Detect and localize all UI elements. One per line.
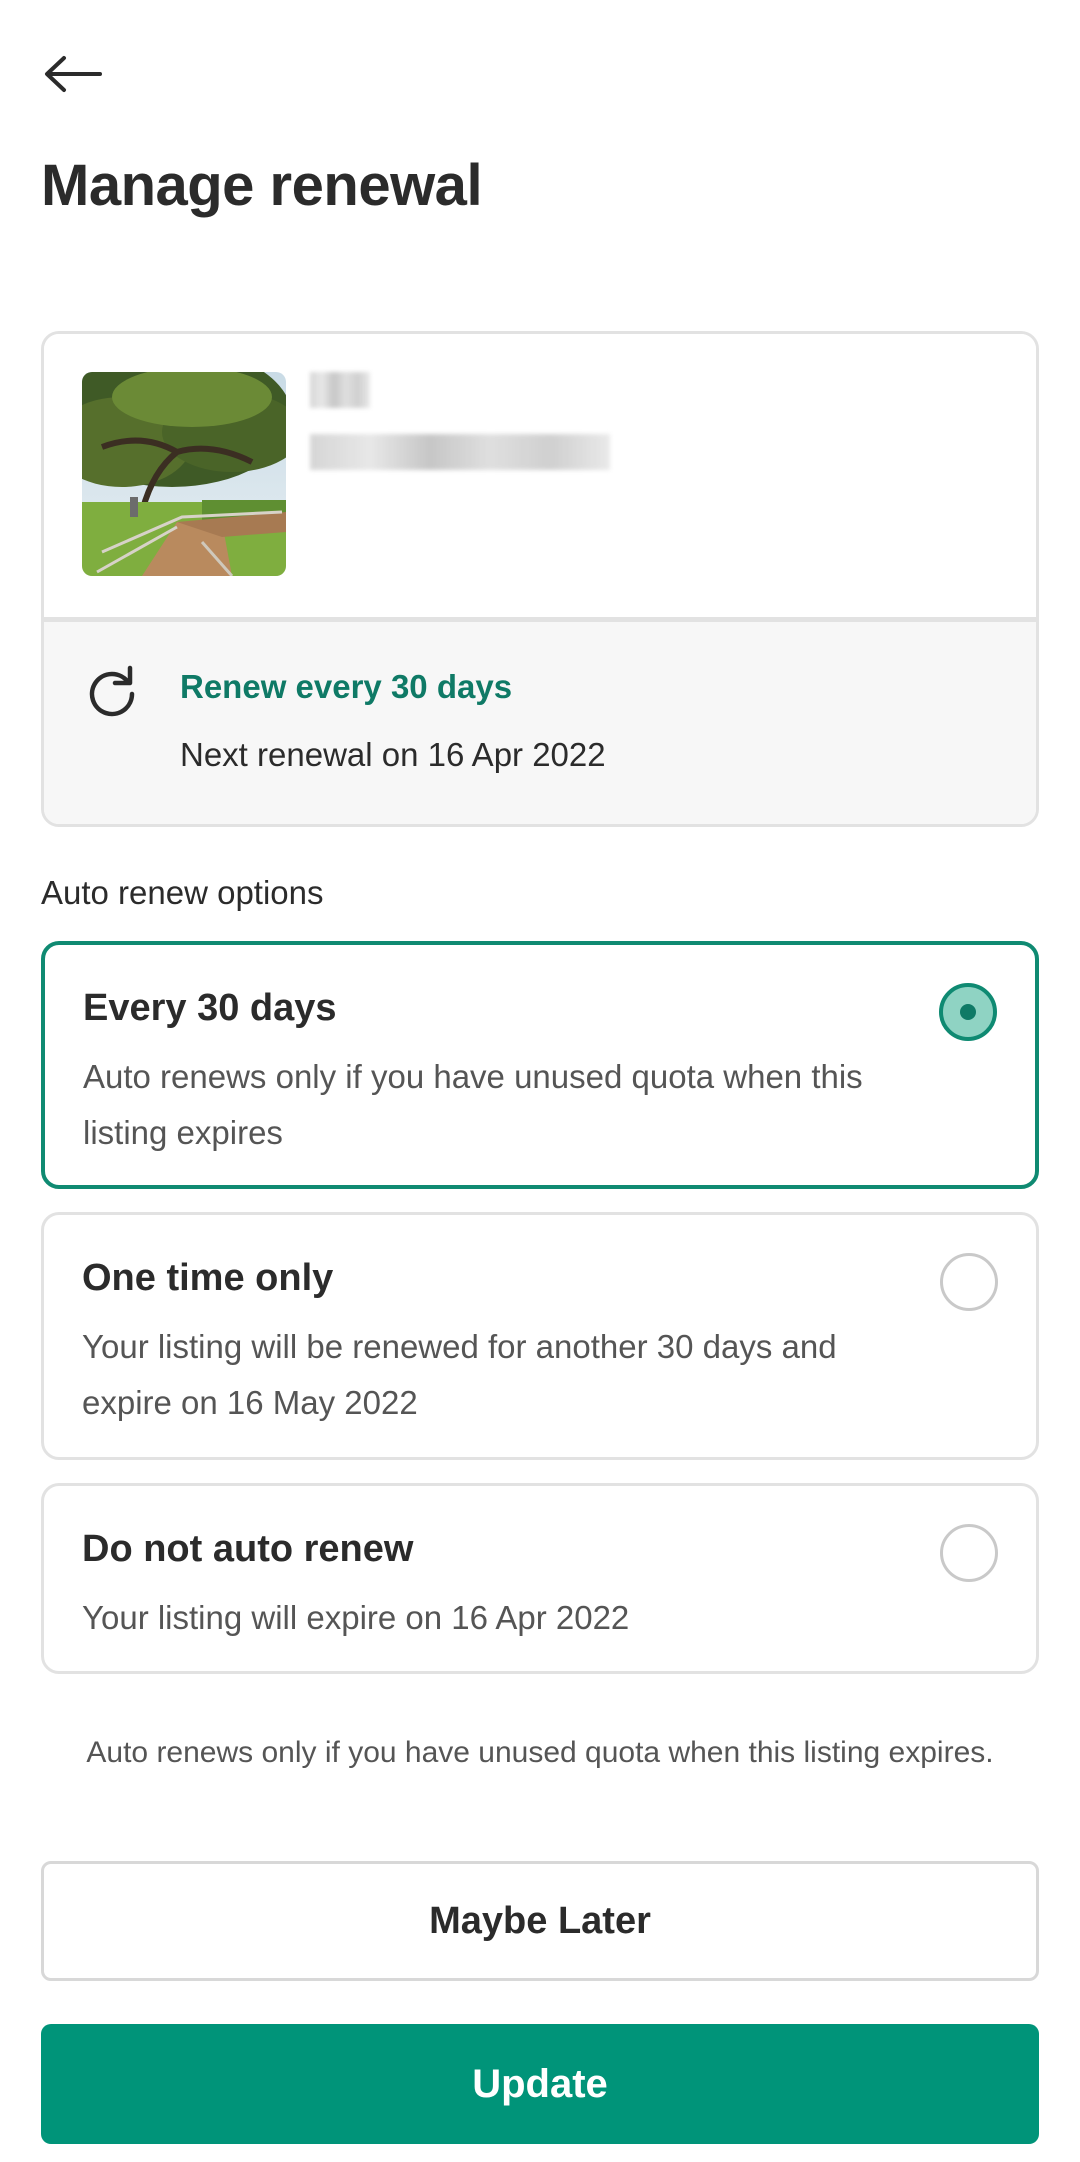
option-do-not-auto-renew[interactable]: Do not auto renew Your listing will expi… [41, 1483, 1039, 1674]
listing-title-redacted [310, 372, 370, 408]
listing-thumbnail [82, 372, 286, 576]
option-description: Your listing will be renewed for another… [82, 1328, 837, 1421]
radio-unselected-icon[interactable] [940, 1524, 998, 1582]
page-title: Manage renewal [41, 153, 483, 218]
option-every-30-days[interactable]: Every 30 days Auto renews only if you ha… [41, 941, 1039, 1189]
option-description: Auto renews only if you have unused quot… [83, 1058, 863, 1151]
back-button[interactable] [36, 44, 108, 104]
footnote: Auto renews only if you have unused quot… [86, 1736, 994, 1769]
update-button[interactable]: Update [41, 2024, 1039, 2144]
option-one-time-only[interactable]: One time only Your listing will be renew… [41, 1212, 1039, 1460]
radio-unselected-icon[interactable] [940, 1253, 998, 1311]
refresh-icon [89, 665, 135, 717]
listing-summary [44, 334, 1036, 617]
radio-selected-icon[interactable] [939, 983, 997, 1041]
listing-subtitle-redacted [310, 434, 610, 470]
option-title: One time only [82, 1257, 334, 1299]
renewal-frequency: Renew every 30 days [180, 668, 513, 705]
renewal-status: Renew every 30 days Next renewal on 16 A… [44, 622, 1036, 824]
listing-card: Renew every 30 days Next renewal on 16 A… [41, 331, 1039, 827]
option-title: Every 30 days [83, 987, 337, 1029]
next-renewal-date: Next renewal on 16 Apr 2022 [180, 736, 606, 773]
section-label: Auto renew options [41, 874, 324, 911]
maybe-later-button[interactable]: Maybe Later [41, 1861, 1039, 1981]
arrow-left-icon [45, 56, 102, 92]
option-description: Your listing will expire on 16 Apr 2022 [82, 1599, 630, 1636]
option-title: Do not auto renew [82, 1528, 414, 1570]
